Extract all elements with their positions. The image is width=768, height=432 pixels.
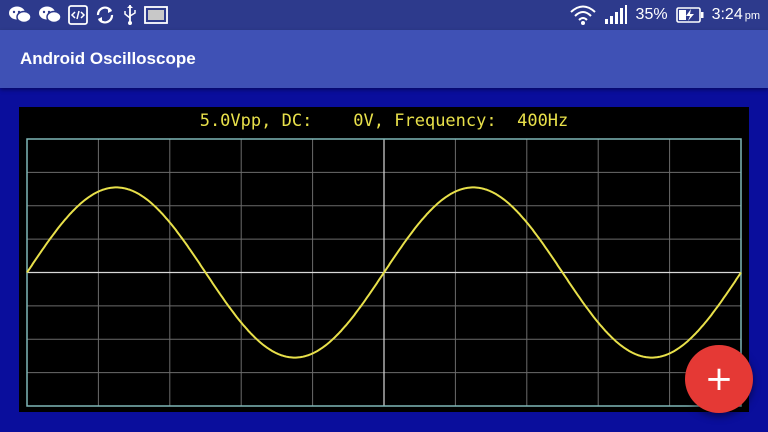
sync-icon xyxy=(94,4,116,26)
clock-time: 3:24 xyxy=(711,6,743,23)
vpp-value: 5.0Vpp, xyxy=(199,111,272,131)
battery-percent: 35% xyxy=(635,6,668,23)
signal-icon xyxy=(604,5,628,25)
screenshot-icon xyxy=(144,5,168,25)
battery-charging-icon xyxy=(675,7,704,23)
frequency-value: 400Hz xyxy=(517,111,569,131)
clock: 3:24 pm xyxy=(712,6,760,24)
plus-icon: + xyxy=(704,359,734,399)
oscilloscope-plot xyxy=(26,138,742,407)
measurement-readout: 5.0Vpp, DC: 0V, Frequency: 400Hz xyxy=(19,107,749,135)
notification-icons xyxy=(8,4,168,26)
add-button[interactable]: + xyxy=(685,345,753,413)
app-title: Android Oscilloscope xyxy=(20,49,196,68)
usb-icon xyxy=(122,4,138,26)
wechat-icon xyxy=(38,5,62,25)
app-bar: Android Oscilloscope xyxy=(0,30,768,88)
dc-label: DC: xyxy=(281,111,313,131)
system-status: 35% 3:24 pm xyxy=(569,4,760,26)
clock-suffix: pm xyxy=(744,10,760,22)
wechat-icon xyxy=(8,5,32,25)
wifi-icon xyxy=(569,4,596,26)
frequency-label: Frequency: xyxy=(394,111,497,131)
oscilloscope-display: 5.0Vpp, DC: 0V, Frequency: 400Hz xyxy=(19,107,749,412)
status-bar: 35% 3:24 pm xyxy=(0,0,768,30)
code-icon xyxy=(68,5,88,25)
dc-value: 0V, xyxy=(353,111,384,131)
